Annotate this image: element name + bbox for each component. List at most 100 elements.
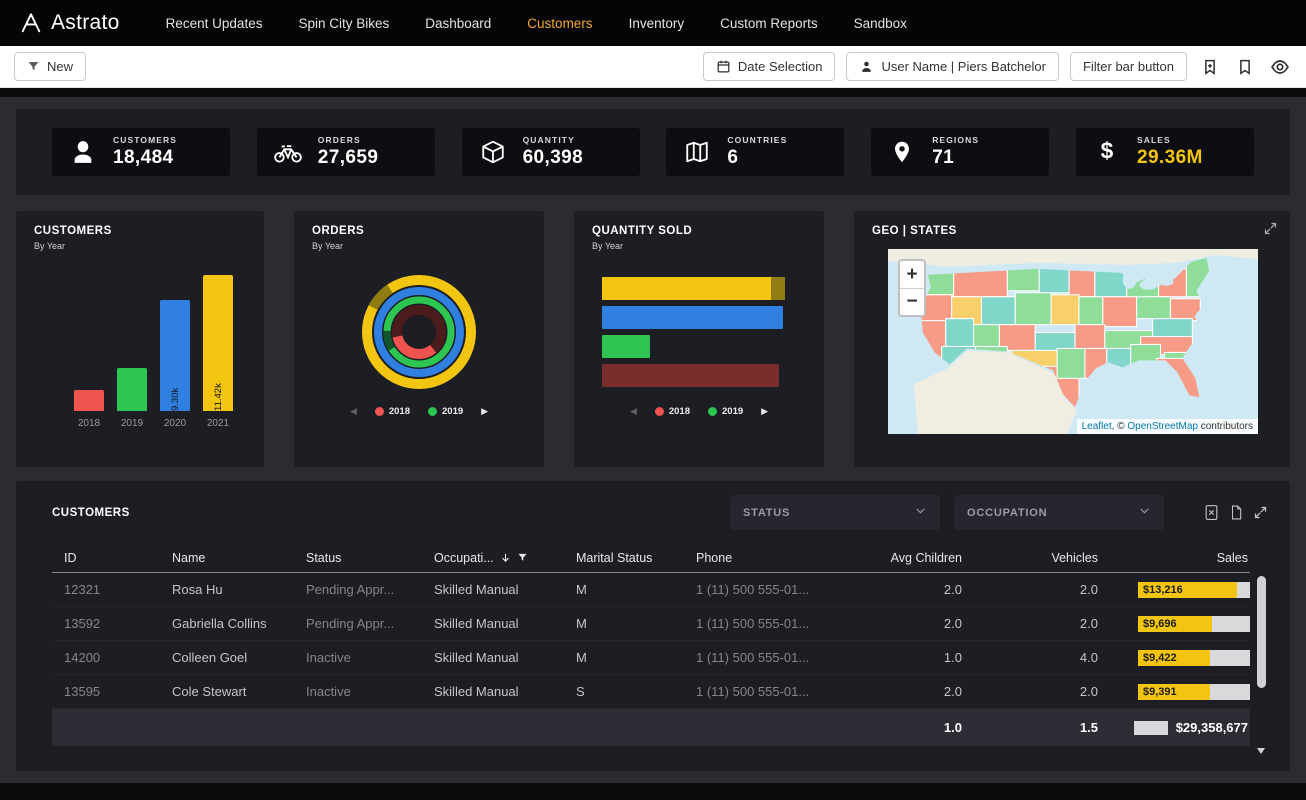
- date-selection-button[interactable]: Date Selection: [703, 52, 836, 81]
- bookmark-add-icon[interactable]: [1198, 55, 1222, 79]
- orders-legend-next-button[interactable]: ▶: [481, 406, 488, 417]
- hbar-2021[interactable]: [602, 277, 785, 300]
- cell-status: Pending Appr...: [294, 582, 422, 597]
- bar-2019[interactable]: [117, 368, 147, 411]
- dashboard-content: CUSTOMERS18,484ORDERS27,659QUANTITY60,39…: [0, 97, 1306, 783]
- zoom-in-button[interactable]: +: [900, 261, 924, 288]
- expand-icon[interactable]: [1253, 505, 1268, 520]
- nav-item-customers[interactable]: Customers: [527, 16, 592, 31]
- column-header-status[interactable]: Status: [294, 551, 422, 565]
- nav-item-recent-updates[interactable]: Recent Updates: [166, 16, 263, 31]
- bar-2018[interactable]: [74, 390, 104, 411]
- status-dropdown[interactable]: STATUS: [730, 495, 940, 530]
- nav-item-spin-city-bikes[interactable]: Spin City Bikes: [298, 16, 389, 31]
- nav-item-dashboard[interactable]: Dashboard: [425, 16, 491, 31]
- orders-chart-panel: ORDERS By Year ◀20182019▶: [294, 211, 544, 467]
- eye-icon[interactable]: [1268, 55, 1292, 79]
- column-header-phone[interactable]: Phone: [684, 551, 824, 565]
- attribution-tail: contributors: [1198, 421, 1253, 432]
- bar-value-label: 9.30k: [170, 305, 181, 411]
- panel-subtitle: By Year: [312, 241, 526, 251]
- column-header-marital-status[interactable]: Marital Status: [564, 551, 684, 565]
- us-states-map[interactable]: [888, 249, 1258, 434]
- customers-table: IDNameStatusOccupati...Marital StatusPho…: [52, 543, 1268, 757]
- table-scrollbar[interactable]: [1257, 574, 1266, 757]
- kpi-value: 60,398: [523, 147, 584, 169]
- expand-icon[interactable]: [1263, 221, 1278, 241]
- table-row[interactable]: 14200Colleen GoelInactiveSkilled ManualM…: [52, 641, 1250, 675]
- hbar-2020[interactable]: [602, 306, 783, 329]
- scrollbar-thumb[interactable]: [1257, 576, 1266, 688]
- quantity-legend-next-button[interactable]: ▶: [761, 406, 768, 417]
- quantity-legend-item-2019[interactable]: 2019: [708, 406, 743, 417]
- cell-marital-status: M: [564, 582, 684, 597]
- table-row[interactable]: 12321Rosa HuPending Appr...Skilled Manua…: [52, 573, 1250, 607]
- nav-items: Recent Updates Spin City Bikes Dashboard Cu…: [166, 16, 907, 31]
- new-filter-button[interactable]: New: [14, 52, 86, 81]
- orders-legend-item-2019[interactable]: 2019: [428, 406, 463, 417]
- column-filter-icon[interactable]: [517, 552, 528, 563]
- panel-title: GEO | STATES: [872, 225, 1272, 237]
- quantity-legend-prev-button[interactable]: ◀: [630, 406, 637, 417]
- occupation-dropdown[interactable]: OCCUPATION: [954, 495, 1164, 530]
- legend-dot: [428, 407, 437, 416]
- hbar-2018[interactable]: [602, 364, 779, 387]
- charts-row: CUSTOMERS By Year 201820199.30k202011.42…: [16, 211, 1290, 467]
- sales-bar: $9,391: [1138, 684, 1250, 700]
- column-header-vehicles[interactable]: Vehicles: [964, 551, 1100, 565]
- orders-legend-item-2018[interactable]: 2018: [375, 406, 410, 417]
- kpi-text: CUSTOMERS18,484: [113, 135, 177, 169]
- totals-avg-children: 1.0: [824, 720, 964, 735]
- quantity-legend: ◀ 2018 2019 ▶: [574, 406, 824, 417]
- table-header-row: IDNameStatusOccupati...Marital StatusPho…: [52, 543, 1250, 573]
- bookmark-icon[interactable]: [1233, 55, 1257, 79]
- orders-legend-prev-button[interactable]: ◀: [350, 406, 357, 417]
- leaflet-link[interactable]: Leaflet: [1082, 421, 1112, 432]
- cell-sales: $9,391: [1100, 684, 1250, 700]
- legend-dot: [655, 407, 664, 416]
- document-export-icon[interactable]: [1229, 504, 1243, 521]
- kpi-value: 29.36M: [1137, 147, 1203, 169]
- nav-item-custom-reports[interactable]: Custom Reports: [720, 16, 818, 31]
- bar-2021[interactable]: 11.42k: [203, 275, 233, 411]
- brand[interactable]: Astrato: [20, 11, 120, 35]
- funnel-icon: [27, 60, 40, 73]
- hbar-2019[interactable]: [602, 335, 650, 358]
- table-row[interactable]: 13595Cole StewartInactiveSkilled ManualS…: [52, 675, 1250, 709]
- leaflet-map[interactable]: + − Leaflet, © OpenStreetMap contributor…: [888, 249, 1258, 434]
- cell-avg-children: 1.0: [824, 650, 964, 665]
- excel-export-icon[interactable]: [1204, 504, 1219, 521]
- zoom-out-button[interactable]: −: [900, 288, 924, 315]
- table-row[interactable]: 13592Gabriella CollinsPending Appr...Ski…: [52, 607, 1250, 641]
- bar-2020[interactable]: 9.30k: [160, 300, 190, 411]
- cell-sales: $13,216: [1100, 582, 1250, 598]
- panel-title: CUSTOMERS: [34, 225, 246, 237]
- quantity-legend-item-2018[interactable]: 2018: [655, 406, 690, 417]
- cell-phone: 1 (11) 500 555-01...: [684, 684, 824, 699]
- filter-bar-button[interactable]: Filter bar button: [1070, 52, 1187, 81]
- cell-vehicles: 4.0: [964, 650, 1100, 665]
- column-header-occupati[interactable]: Occupati...: [422, 551, 564, 565]
- sort-descending-icon[interactable]: [500, 552, 511, 563]
- column-header-name[interactable]: Name: [160, 551, 294, 565]
- orders-donut-chart[interactable]: [344, 257, 494, 407]
- column-header-avg-children[interactable]: Avg Children: [824, 551, 964, 565]
- nav-item-inventory[interactable]: Inventory: [629, 16, 685, 31]
- toolbar-right: Date Selection User Name | Piers Batchel…: [703, 52, 1292, 81]
- kpi-text: SALES29.36M: [1137, 135, 1203, 169]
- filter-bar-button-label: Filter bar button: [1083, 59, 1174, 74]
- column-header-sales[interactable]: Sales: [1100, 551, 1250, 565]
- table-totals-row: 1.0 1.5 $29,358,677: [52, 709, 1250, 746]
- astrato-logo-icon: [20, 12, 42, 34]
- nav-item-sandbox[interactable]: Sandbox: [854, 16, 907, 31]
- scroll-down-arrow-icon[interactable]: [1257, 748, 1265, 754]
- user-button[interactable]: User Name | Piers Batchelor: [846, 52, 1059, 81]
- column-header-id[interactable]: ID: [52, 551, 160, 565]
- cell-phone: 1 (11) 500 555-01...: [684, 650, 824, 665]
- cell-status: Pending Appr...: [294, 616, 422, 631]
- cell-avg-children: 2.0: [824, 616, 964, 631]
- table-controls: STATUS OCCUPATION: [730, 495, 1268, 530]
- package-icon: [478, 139, 508, 165]
- kpi-card-countries: COUNTRIES6: [666, 128, 844, 176]
- openstreetmap-link[interactable]: OpenStreetMap: [1127, 421, 1198, 432]
